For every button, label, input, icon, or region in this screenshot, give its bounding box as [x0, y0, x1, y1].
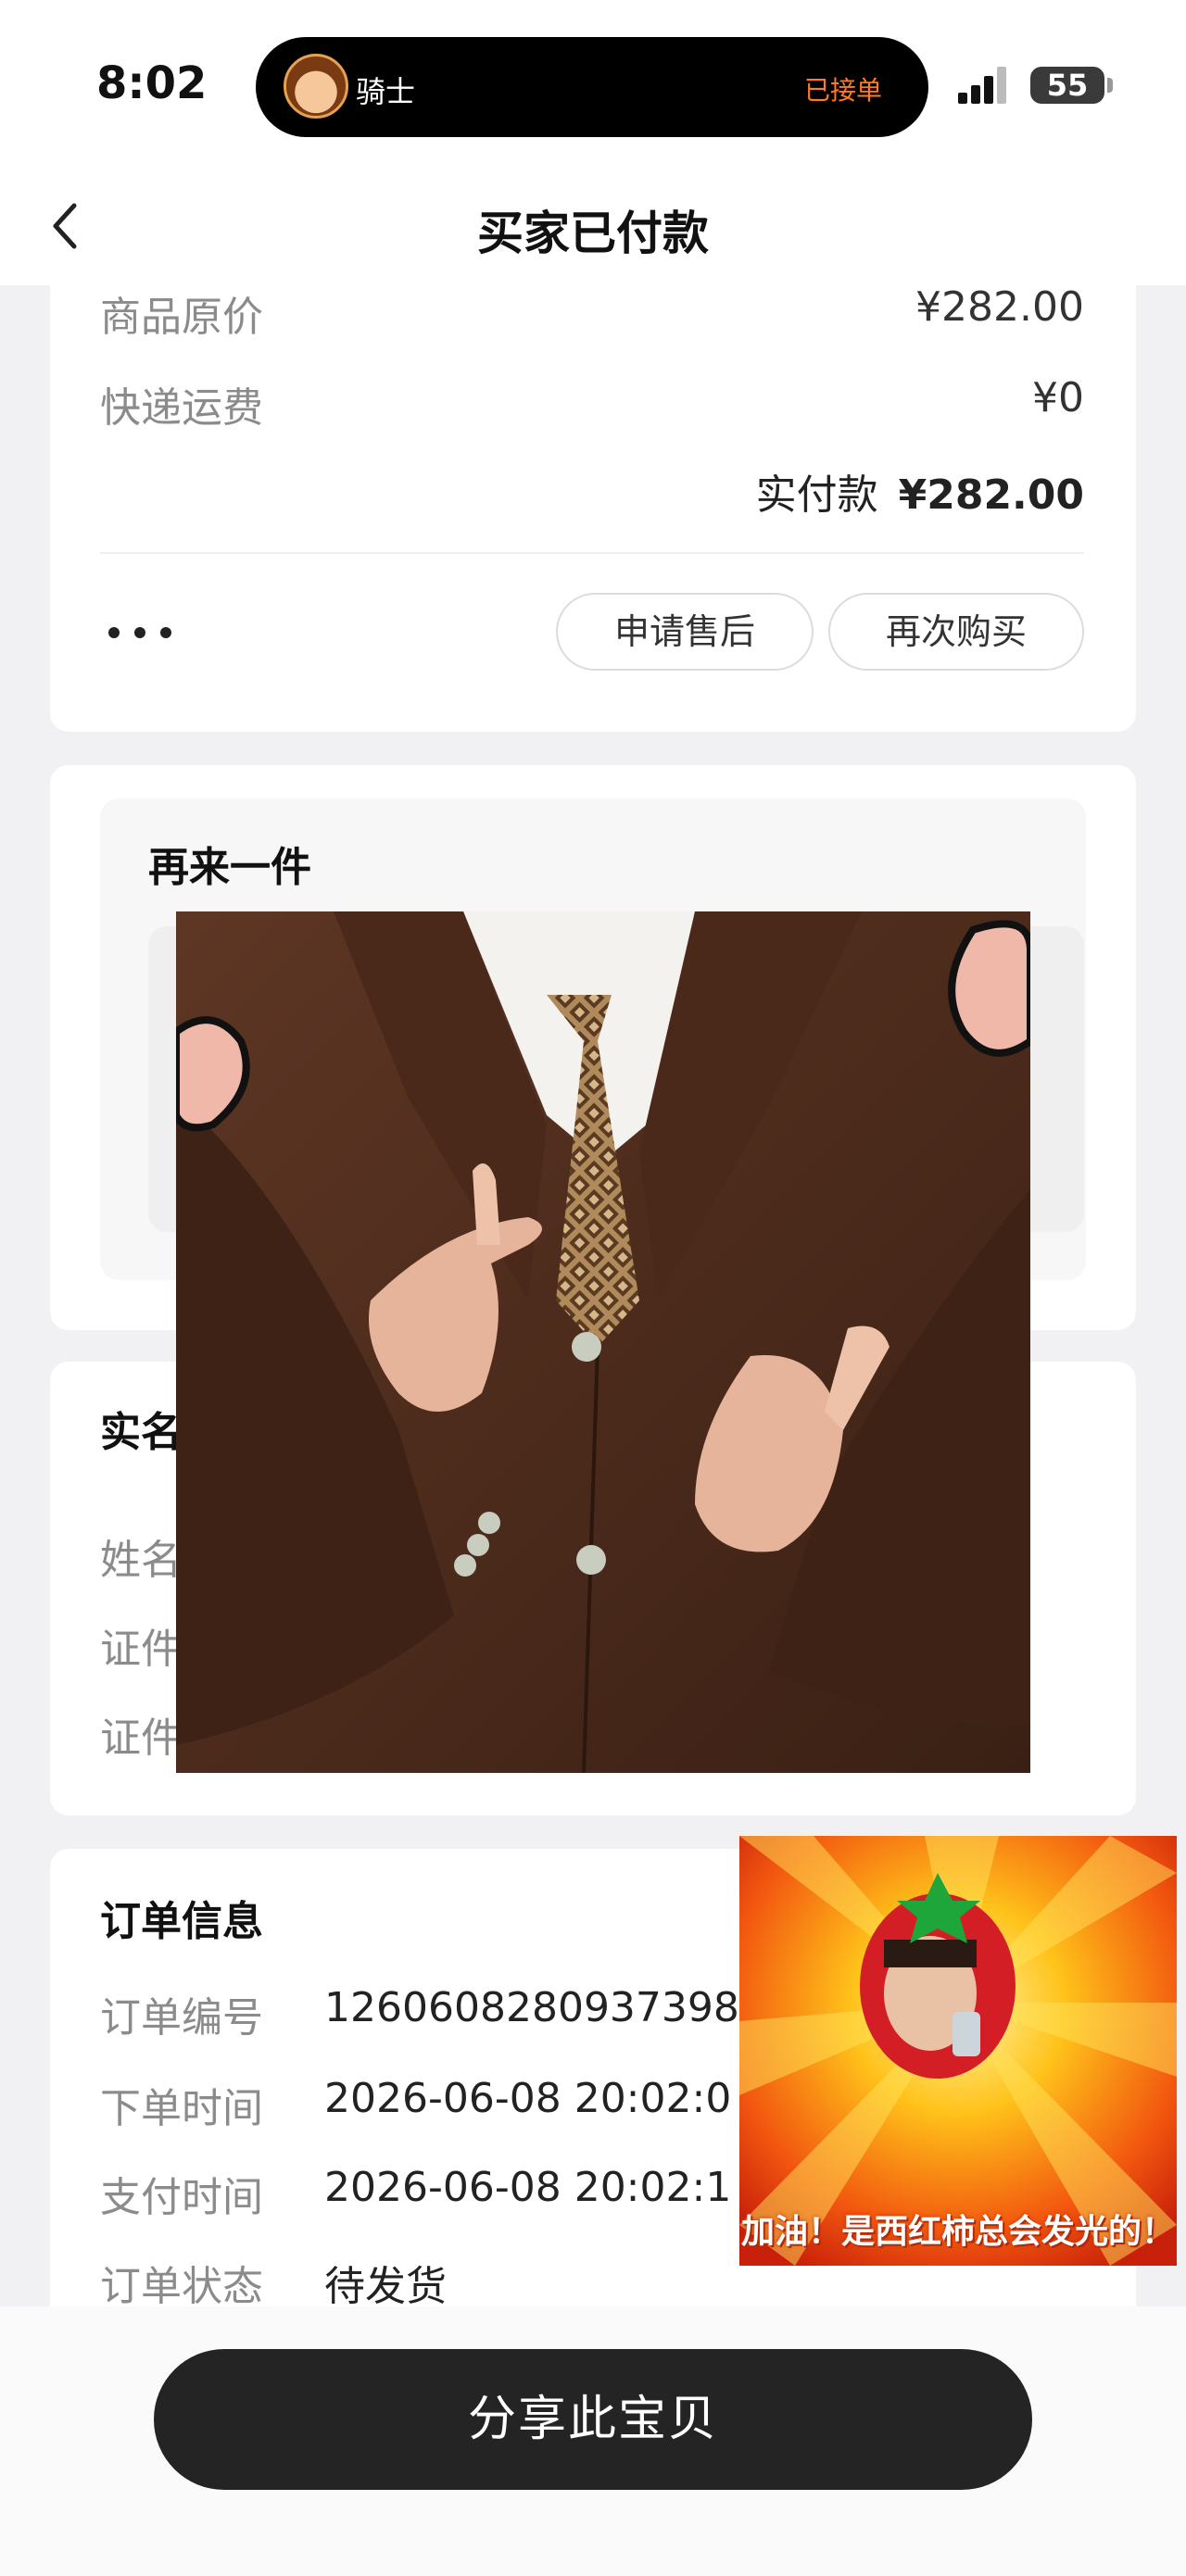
- total-paid: 实付款 ¥282.00: [556, 461, 1084, 521]
- pay-time-label: 支付时间: [100, 2174, 263, 2221]
- signal-icon: [958, 67, 1014, 104]
- order-status-label: 订单状态: [100, 2263, 263, 2310]
- order-time-value: 2026-06-08 20:02:0: [324, 2075, 732, 2122]
- order-number-label: 订单编号: [100, 1994, 263, 2042]
- total-paid-value: ¥282.00: [898, 471, 1084, 519]
- shipping-label: 快递运费: [100, 384, 263, 432]
- original-price-label: 商品原价: [100, 294, 263, 341]
- overlay-photo: [176, 911, 1030, 1773]
- page-title: 买家已付款: [477, 207, 709, 260]
- divider: [100, 552, 1084, 554]
- island-order-status: 已接单: [804, 75, 883, 106]
- buy-again-button[interactable]: 再次购买: [828, 593, 1084, 671]
- order-number-value[interactable]: 1260608280937398: [324, 1984, 739, 2031]
- rider-avatar: [284, 54, 348, 119]
- total-paid-label: 实付款: [755, 471, 878, 519]
- status-time: 8:02: [96, 57, 208, 109]
- more-dots-icon[interactable]: [107, 626, 172, 639]
- battery-icon: 55: [1030, 67, 1104, 104]
- realname-label-name: 姓名: [100, 1537, 182, 1584]
- order-status-value: 待发货: [324, 2263, 447, 2310]
- original-price-value: ¥282.00: [915, 283, 1084, 331]
- after-sale-button[interactable]: 申请售后: [556, 593, 814, 671]
- overlay-sticker: 加油！是西红柿总会发光的！: [739, 1836, 1177, 2266]
- island-rider-name: 骑士: [356, 74, 416, 109]
- sticker-caption: 加油！是西红柿总会发光的！: [740, 2213, 1175, 2251]
- shipping-value: ¥0: [1032, 374, 1084, 421]
- buy-another-title: 再来一件: [148, 844, 311, 891]
- order-info-title: 订单信息: [100, 1898, 263, 1945]
- realname-label-id-number: 证件: [100, 1715, 182, 1762]
- realname-label-id-type: 证件: [100, 1626, 182, 1673]
- pay-time-value: 2026-06-08 20:02:1: [324, 2164, 732, 2211]
- realname-title: 实名: [100, 1409, 182, 1456]
- order-time-label: 下单时间: [100, 2085, 263, 2132]
- battery-tip: [1107, 78, 1113, 93]
- share-item-button[interactable]: 分享此宝贝: [154, 2349, 1032, 2490]
